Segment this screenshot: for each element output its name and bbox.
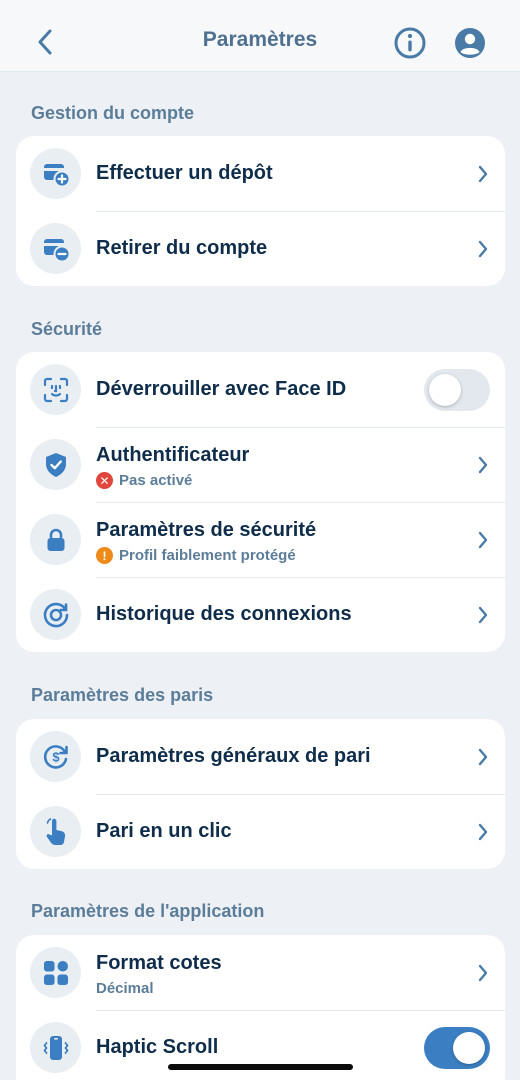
face-id-item: Déverrouiller avec Face ID (16, 352, 505, 427)
login-history-item[interactable]: Historique des connexions (16, 577, 505, 652)
one-click-bet-item[interactable]: Pari en un clic (16, 794, 505, 869)
phone-vibrate-icon (30, 1022, 81, 1073)
authenticator-item[interactable]: Authentificateur ✕ Pas activé (16, 427, 505, 502)
security-settings-label: Paramètres de sécurité (96, 519, 317, 541)
chevron-right-icon (478, 240, 488, 258)
wallet-plus-icon (30, 148, 81, 199)
history-icon (30, 589, 81, 640)
haptic-scroll-toggle[interactable] (424, 1027, 490, 1069)
deposit-item[interactable]: Effectuer un dépôt (16, 136, 505, 211)
general-bet-settings-label: Paramètres généraux de pari (96, 745, 371, 767)
account-card: Effectuer un dépôt Retirer du compte (16, 136, 505, 286)
shield-check-icon (30, 439, 81, 490)
toggle-knob (429, 374, 461, 406)
chevron-right-icon (478, 456, 488, 474)
toggle-knob (453, 1032, 485, 1064)
section-title-app: Paramètres de l'application (31, 901, 265, 921)
info-icon (394, 27, 426, 59)
top-bar: Paramètres (0, 0, 520, 72)
odds-format-value: Décimal (96, 980, 154, 997)
withdraw-label: Retirer du compte (96, 237, 268, 259)
authenticator-status: ✕ Pas activé (96, 472, 192, 489)
security-settings-status-text: Profil faiblement protégé (119, 547, 296, 564)
odds-format-item[interactable]: Format cotes Décimal (16, 935, 505, 1010)
info-button[interactable] (393, 26, 427, 60)
security-settings-status: ! Profil faiblement protégé (96, 547, 296, 564)
chevron-right-icon (478, 165, 488, 183)
security-settings-item[interactable]: Paramètres de sécurité ! Profil faibleme… (16, 502, 505, 577)
authenticator-status-text: Pas activé (119, 472, 193, 489)
one-click-bet-label: Pari en un clic (96, 820, 232, 842)
odds-format-label: Format cotes (96, 952, 222, 974)
user-icon (455, 28, 485, 58)
section-title-security: Sécurité (31, 319, 103, 339)
bet-settings-icon: $ (30, 731, 81, 782)
chevron-right-icon (478, 531, 488, 549)
wallet-minus-icon (30, 223, 81, 274)
haptic-scroll-label: Haptic Scroll (96, 1036, 219, 1058)
odds-format-value-text: Décimal (96, 980, 154, 997)
face-id-label: Déverrouiller avec Face ID (96, 378, 347, 400)
face-id-toggle[interactable] (424, 369, 490, 411)
section-title-betting: Paramètres des paris (31, 685, 214, 705)
withdraw-item[interactable]: Retirer du compte (16, 211, 505, 286)
login-history-label: Historique des connexions (96, 603, 352, 625)
chevron-right-icon (478, 748, 488, 766)
app-card: Format cotes Décimal Haptic Scroll (16, 935, 505, 1080)
authenticator-label: Authentificateur (96, 444, 250, 466)
security-card: Déverrouiller avec Face ID Authentificat… (16, 352, 505, 652)
face-id-icon (30, 364, 81, 415)
svg-text:$: $ (52, 749, 60, 764)
general-bet-settings-item[interactable]: $ Paramètres généraux de pari (16, 719, 505, 794)
betting-card: $ Paramètres généraux de pari Pari en un… (16, 719, 505, 869)
page-title: Paramètres (202, 28, 318, 51)
tap-hand-icon (30, 806, 81, 857)
lock-icon (30, 514, 81, 565)
home-indicator (168, 1064, 353, 1070)
deposit-label: Effectuer un dépôt (96, 162, 273, 184)
chevron-right-icon (478, 823, 488, 841)
chevron-right-icon (478, 606, 488, 624)
section-title-account: Gestion du compte (31, 103, 195, 123)
chevron-right-icon (478, 964, 488, 982)
warning-icon: ! (96, 547, 113, 564)
error-icon: ✕ (96, 472, 113, 489)
grid-icon (30, 947, 81, 998)
profile-button[interactable] (453, 26, 487, 60)
